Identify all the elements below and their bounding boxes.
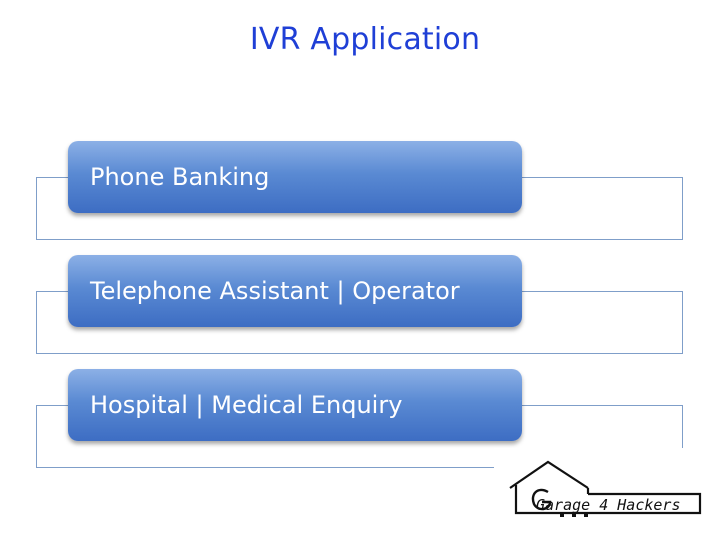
- list-item-phone-banking: Phone Banking: [0, 141, 720, 255]
- logo-text: Garage 4 Hackers: [536, 496, 681, 514]
- list-item-pill: Hospital | Medical Enquiry: [68, 369, 522, 441]
- list-item-pill: Phone Banking: [68, 141, 522, 213]
- list-item-label: Hospital | Medical Enquiry: [90, 391, 403, 419]
- list-item-label: Phone Banking: [90, 163, 270, 191]
- list-item-pill: Telephone Assistant | Operator: [68, 255, 522, 327]
- garage-4-hackers-logo: Garage 4 Hackers: [509, 460, 702, 517]
- list-item-label: Telephone Assistant | Operator: [90, 277, 460, 305]
- list-item-telephone-assistant: Telephone Assistant | Operator: [0, 255, 720, 369]
- logo-tooth-marks: [560, 514, 588, 517]
- slide-title: IVR Application: [249, 22, 481, 57]
